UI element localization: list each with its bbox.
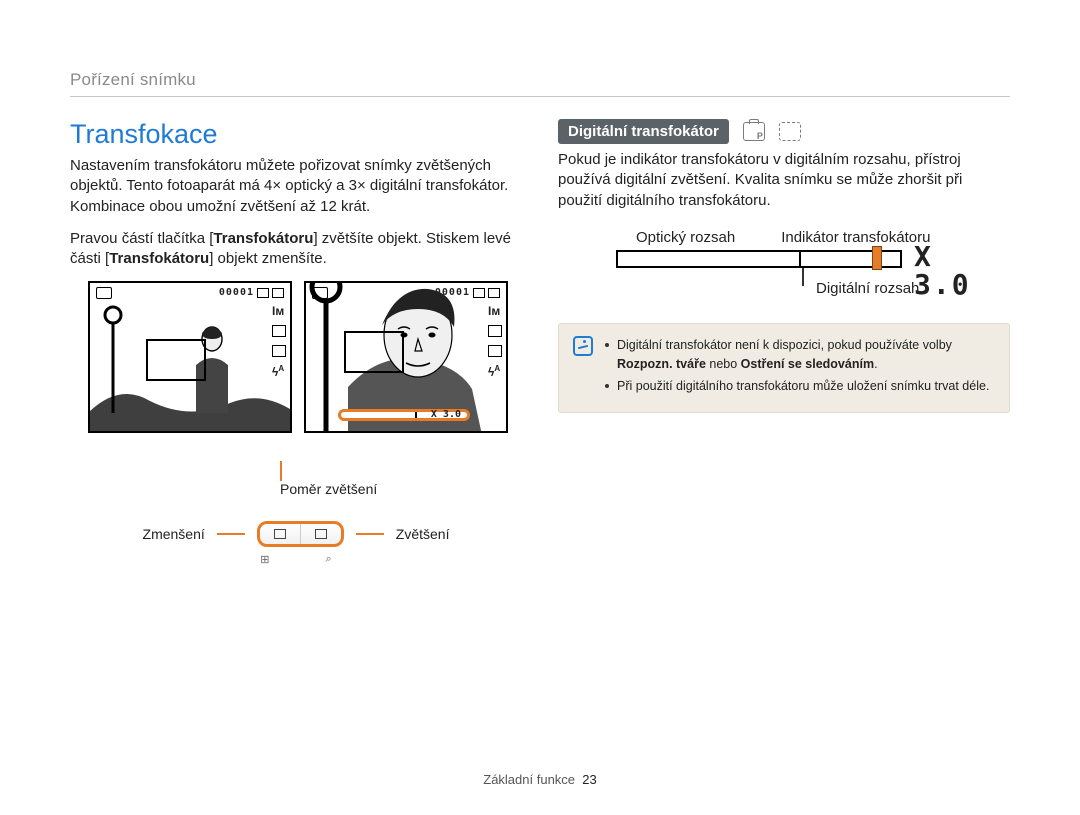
battery-icon (272, 288, 284, 298)
zoom-in-icon (315, 529, 327, 539)
zoom-out-button[interactable] (260, 524, 301, 544)
page-number: 23 (582, 772, 596, 787)
camera-mode-icon (96, 287, 112, 299)
leader-line (356, 533, 384, 535)
two-column-layout: Transfokace Nastavením transfokátoru můž… (70, 119, 1010, 566)
breadcrumb: Pořízení snímku (70, 70, 1010, 97)
lcd-zoomed-view: 00001 Iм ϟA (304, 281, 508, 433)
optical-range-segment (618, 252, 801, 266)
zoom-in-label: Zvětšení (396, 526, 450, 542)
zoom-range-bar: X 3.0 (616, 250, 996, 268)
metering-icon (272, 345, 286, 357)
optical-range-label: Optický rozsah (636, 229, 735, 246)
note-box: Digitální transfokátor není k dispozici,… (558, 323, 1010, 413)
quality-icon (272, 325, 286, 337)
flash-icon: ϟA (488, 365, 502, 378)
option-face-detect: Rozpozn. tváře (617, 357, 706, 371)
scene-lamp (102, 303, 124, 413)
af-frame (344, 331, 404, 373)
digital-zoom-paragraph: Pokud je indikátor transfokátoru v digit… (558, 150, 1010, 211)
page-footer: Základní funkce 23 (0, 772, 1080, 787)
zoom-rocker (257, 521, 344, 547)
section-title: Transfokace (70, 119, 522, 150)
instr-text: ] objekt zmenšíte. (209, 250, 327, 267)
lcd-status-bar: 00001 (96, 287, 284, 299)
note-icon (573, 336, 593, 356)
magnifier-icon: ⌕ (326, 553, 332, 566)
note-list: Digitální transfokátor není k dispozici,… (605, 336, 995, 400)
instruction-paragraph: Pravou částí tlačítka [Transfokátoru] zv… (70, 229, 522, 270)
scene-mode-icon (779, 122, 801, 141)
zoom-under-icons: ⊞ ⌕ (70, 553, 522, 566)
mode-p-letter: P (757, 132, 763, 141)
quality-icon (488, 325, 502, 337)
right-column: Digitální transfokátor P Pokud je indiká… (558, 119, 1010, 566)
note-item: Při použití digitálního transfokátoru mů… (605, 377, 995, 396)
metering-icon (488, 345, 502, 357)
camera-mode-p-icon: P (743, 122, 765, 141)
battery-icon (488, 288, 500, 298)
zoom-range-figure: Optický rozsah Indikátor transfokátoru X… (616, 229, 1010, 297)
leader-line (802, 268, 804, 286)
zoom-button-ref: Transfokátoru (213, 230, 313, 247)
subsection-tag: Digitální transfokátor (558, 119, 729, 144)
zoom-position-marker (872, 246, 882, 270)
option-tracking-af: Ostření se sledováním (741, 357, 874, 371)
intro-paragraph: Nastavením transfokátoru můžete pořizova… (70, 156, 522, 217)
note-item: Digitální transfokátor není k dispozici,… (605, 336, 995, 374)
zoom-indicator-label: Indikátor transfokátoru (781, 229, 930, 246)
digital-range-segment (801, 252, 900, 266)
zoom-button-ref: Transfokátoru (109, 250, 209, 267)
lcd-previews: 00001 Iм ϟA (88, 281, 522, 433)
zoom-in-button[interactable] (301, 524, 341, 544)
thumbnails-icon: ⊞ (260, 553, 269, 566)
af-frame (146, 339, 206, 381)
zoom-out-icon (274, 529, 286, 539)
zoom-indicator-bar: X 3.0 (338, 409, 470, 421)
resolution-icon: Iм (272, 305, 286, 317)
zoom-multiplier-text: X 3.0 (914, 243, 996, 299)
instr-text: Pravou částí tlačítka [ (70, 230, 213, 247)
resolution-icon: Iм (488, 305, 502, 317)
leader-line (217, 533, 245, 535)
left-column: Transfokace Nastavením transfokátoru můž… (70, 119, 522, 566)
lcd-figure-group: 00001 Iм ϟA (70, 281, 522, 497)
footer-section: Základní funkce (483, 772, 575, 787)
lcd-wide-view: 00001 Iм ϟA (88, 281, 292, 433)
page: Pořízení snímku Transfokace Nastavením t… (0, 0, 1080, 815)
zoom-toggle-figure: Zmenšení Zvětšení (70, 521, 522, 547)
zoom-ratio-caption: Poměr zvětšení (280, 461, 522, 497)
zoom-range-track (616, 250, 902, 268)
lcd-side-icons: Iм ϟA (488, 305, 502, 378)
zoom-out-label: Zmenšení (143, 526, 205, 542)
zoom-ratio-text: X 3.0 (431, 410, 461, 420)
sd-card-icon (257, 288, 269, 298)
lcd-side-icons: Iм ϟA (272, 305, 286, 378)
zoom-level (341, 412, 417, 418)
subsection-header: Digitální transfokátor P (558, 119, 1010, 144)
frame-counter: 00001 (219, 288, 254, 298)
